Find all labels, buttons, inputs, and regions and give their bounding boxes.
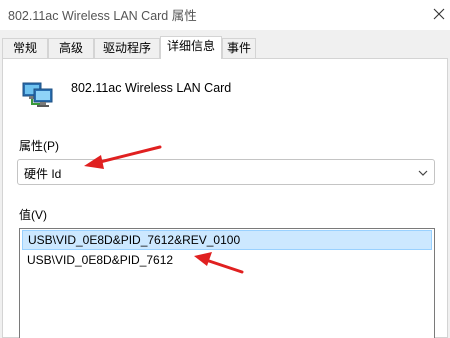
property-selected-value: 硬件 Id: [24, 167, 62, 181]
chevron-down-icon: [418, 170, 428, 176]
property-label: 属性(P): [19, 139, 59, 153]
value-label: 值(V): [19, 208, 47, 222]
tab-strip: 常规 高级 驱动程序 详细信息 事件: [0, 36, 450, 59]
list-item[interactable]: USB\VID_0E8D&PID_7612&REV_0100: [22, 230, 432, 250]
close-button[interactable]: [428, 0, 450, 28]
window-title: 802.11ac Wireless LAN Card 属性: [8, 9, 197, 23]
list-item[interactable]: USB\VID_0E8D&PID_7612: [22, 251, 432, 271]
tab-driver[interactable]: 驱动程序: [94, 38, 160, 58]
tab-general[interactable]: 常规: [2, 38, 48, 58]
close-icon: [433, 8, 445, 20]
title-bar: 802.11ac Wireless LAN Card 属性: [0, 0, 450, 30]
tab-advanced[interactable]: 高级: [48, 38, 94, 58]
device-name: 802.11ac Wireless LAN Card: [71, 81, 232, 95]
tab-events[interactable]: 事件: [222, 38, 256, 58]
network-adapter-icon: [20, 80, 56, 110]
property-dropdown[interactable]: 硬件 Id: [17, 159, 435, 185]
value-list[interactable]: USB\VID_0E8D&PID_7612&REV_0100 USB\VID_0…: [19, 228, 435, 338]
tab-details[interactable]: 详细信息: [160, 36, 222, 59]
